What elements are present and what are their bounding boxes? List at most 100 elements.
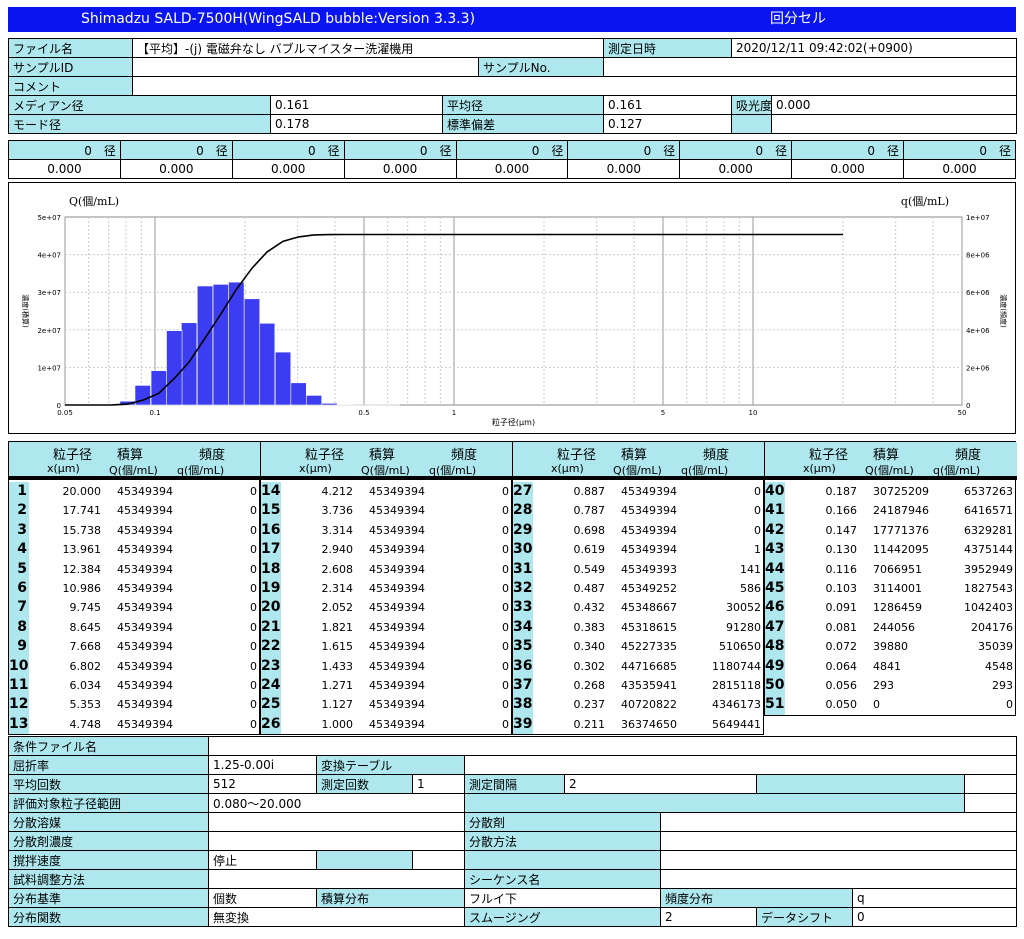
row-index: 3 — [9, 520, 29, 541]
row-index: 1 — [9, 482, 29, 502]
left-tick-label: 4e+07 — [37, 252, 61, 260]
table-cell: 0 — [250, 620, 257, 634]
table-cell: 12.384 — [62, 562, 102, 576]
row-index: 23 — [261, 656, 281, 676]
table-cell: 0 — [250, 601, 257, 615]
table-cell: 45349394 — [621, 523, 677, 537]
column-header: 頻度 — [451, 448, 478, 463]
diameter-header: 0 径 — [8, 140, 121, 160]
table-cell: 0.383 — [573, 620, 606, 634]
table-cell: 0.268 — [573, 679, 606, 692]
column-header: 頻度 — [199, 448, 226, 463]
table-cell: 0 — [250, 640, 257, 654]
table-cell: 0 — [250, 582, 257, 595]
histogram-bar — [290, 382, 307, 406]
column-unit: x(μm) — [551, 462, 584, 475]
row-index: 19 — [261, 579, 281, 599]
table-cell: 45349394 — [369, 659, 425, 673]
table-cell: 0.619 — [573, 543, 606, 557]
row-index: 12 — [9, 695, 29, 715]
right-tick-label: 8e+06 — [966, 252, 990, 260]
dispersant-label: 分散剤 — [464, 812, 661, 832]
dist-func-label: 分布関数 — [8, 907, 209, 927]
diameter-header: 0 径 — [567, 140, 681, 160]
table-cell: 4375144 — [964, 543, 1013, 557]
histogram-bar — [180, 322, 198, 406]
table-cell: 11442095 — [873, 543, 929, 557]
row-index: 21 — [261, 617, 281, 638]
x-axis-title: 粒子径(μm) — [492, 417, 535, 427]
table-cell: 1827543 — [964, 582, 1013, 595]
table-cell: 0 — [502, 620, 509, 634]
diameter-header: 0 径 — [455, 140, 569, 160]
row-index: 43 — [765, 540, 785, 560]
table-cell: 45349394 — [117, 504, 173, 518]
table-cell: 1 — [754, 543, 761, 557]
row-index: 24 — [261, 676, 281, 696]
file-value: 【平均】-(j) 電磁弁なし バブルマイスター洗濯機用 — [132, 38, 604, 58]
table-cell: 0 — [502, 485, 509, 498]
table-cell: 13.961 — [62, 543, 102, 557]
disp-method-label: 分散方法 — [464, 831, 661, 851]
row-index: 27 — [513, 482, 533, 502]
row-index: 51 — [765, 695, 785, 715]
diameter-value: 0.000 — [455, 159, 569, 179]
table-cell: 1286459 — [873, 601, 922, 615]
table-cell: 0.237 — [573, 698, 606, 712]
table-cell: 0 — [250, 659, 257, 673]
row-index: 2 — [9, 501, 29, 521]
column-header: 積算 — [873, 448, 900, 463]
row-index: 46 — [765, 598, 785, 618]
diameter-header: 0 径 — [231, 140, 345, 160]
row-index: 33 — [513, 598, 533, 618]
table-cell: 45349394 — [117, 582, 173, 595]
row-index: 9 — [9, 637, 29, 657]
row-index: 36 — [513, 656, 533, 676]
table-cell: 2.608 — [321, 562, 354, 576]
diameter-header: 0 径 — [343, 140, 457, 160]
row-index: 48 — [765, 637, 785, 657]
table-cell: 0 — [502, 504, 509, 518]
table-cell: 45349394 — [117, 620, 173, 634]
table-cell: 0.072 — [825, 640, 858, 654]
row-index: 40 — [765, 482, 785, 502]
table-cell: 45349394 — [117, 698, 173, 712]
table-cell: 4.748 — [69, 717, 102, 731]
data-table-header: 粒子径 積算 頻度 x(μm) Q(個/mL) q(個/mL) — [765, 442, 1017, 480]
blank-cell — [731, 114, 773, 134]
chart-canvas: 0.05 0.1 0.5 1 5 10 5001e+072e+073e+074e+075e+… — [21, 195, 1008, 427]
comment-label: コメント — [8, 76, 133, 96]
dist-func-value: 無変換 — [208, 907, 465, 927]
cond-file-value — [208, 736, 1017, 756]
table-cell: 45349394 — [369, 640, 425, 654]
diameter-value: 0.000 — [679, 159, 793, 179]
table-cell: 0 — [250, 543, 257, 557]
date-label: 測定日時 — [602, 38, 733, 58]
table-cell: 45349394 — [369, 562, 425, 576]
meas-interval-value: 2 — [564, 774, 757, 794]
column-unit: q(個/mL) — [933, 464, 981, 477]
table-cell: 45349394 — [621, 504, 677, 518]
table-cell: 2.314 — [321, 582, 354, 595]
table-cell: 0 — [502, 562, 509, 576]
table-cell: 45349394 — [621, 485, 677, 498]
disp-conc-value — [208, 831, 465, 851]
row-index: 16 — [261, 520, 281, 541]
table-cell: 24187946 — [873, 504, 929, 518]
table-cell: 45349394 — [117, 523, 173, 537]
table-cell: 244056 — [873, 620, 915, 634]
table-cell: 9.745 — [69, 601, 102, 615]
row-index: 8 — [9, 617, 29, 638]
row-index: 39 — [513, 714, 533, 735]
diameter-value: 0.000 — [231, 159, 345, 179]
row-index: 26 — [261, 714, 281, 735]
data-table-header: 粒子径 積算 頻度 x(μm) Q(個/mL) q(個/mL) — [513, 442, 765, 480]
column-unit: x(μm) — [299, 462, 332, 475]
table-cell: 3952949 — [964, 562, 1013, 576]
table-cell: 141 — [740, 562, 761, 576]
table-cell: 45349394 — [117, 659, 173, 673]
data-table: 粒子径 積算 頻度 x(μm) Q(個/mL) q(個/mL) 1 20.000 4534939… — [8, 441, 261, 735]
stir-label: 撹拌速度 — [8, 850, 209, 870]
row-index: 13 — [9, 714, 29, 735]
sequence-value — [660, 869, 1017, 889]
